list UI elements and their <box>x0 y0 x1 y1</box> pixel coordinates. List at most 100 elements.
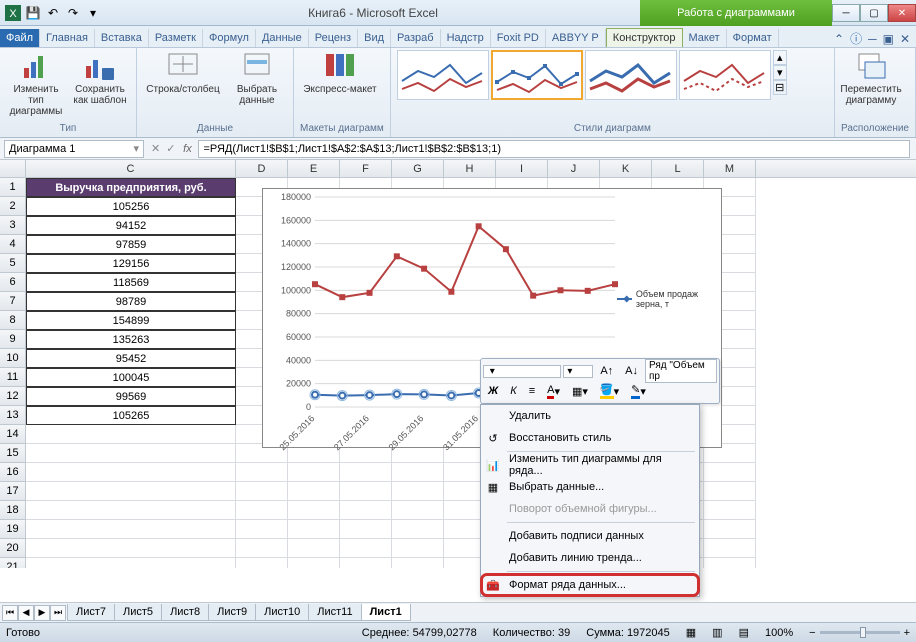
row-header-18[interactable]: 18 <box>0 501 26 520</box>
tab-chart-layout[interactable]: Макет <box>683 29 727 47</box>
ctx-change-type[interactable]: 📊Изменить тип диаграммы для ряда... <box>481 454 699 476</box>
row-header-11[interactable]: 11 <box>0 368 26 387</box>
row-header-16[interactable]: 16 <box>0 463 26 482</box>
style-scroll-up[interactable]: ▴ <box>773 50 787 65</box>
cell-C14[interactable] <box>26 425 236 444</box>
ctx-format-series[interactable]: 🧰Формат ряда данных... <box>481 574 699 596</box>
tab-view[interactable]: Вид <box>358 29 391 47</box>
style-scroll-down[interactable]: ▾ <box>773 65 787 80</box>
switch-row-column-button[interactable]: Строка/столбец <box>143 50 223 95</box>
doc-close-icon[interactable]: ✕ <box>900 32 910 46</box>
chart-style-4[interactable] <box>679 50 771 100</box>
cell-E18[interactable] <box>288 501 340 520</box>
cell-F16[interactable] <box>340 463 392 482</box>
cell-C18[interactable] <box>26 501 236 520</box>
cell-C13[interactable]: 105265 <box>26 406 236 425</box>
cell-E16[interactable] <box>288 463 340 482</box>
col-header-D[interactable]: D <box>236 160 288 177</box>
tab-home[interactable]: Главная <box>40 29 95 47</box>
row-header-19[interactable]: 19 <box>0 520 26 539</box>
tab-chart-format[interactable]: Формат <box>727 29 779 47</box>
cell-C7[interactable]: 98789 <box>26 292 236 311</box>
cell-M19[interactable] <box>704 520 756 539</box>
worksheet-grid[interactable]: CDEFGHIJKLM 1Выручка предприятия, руб.21… <box>0 160 916 568</box>
col-header-C[interactable]: C <box>26 160 236 177</box>
cell-M18[interactable] <box>704 501 756 520</box>
row-header-17[interactable]: 17 <box>0 482 26 501</box>
ctx-delete[interactable]: Удалить <box>481 405 699 427</box>
cell-G17[interactable] <box>392 482 444 501</box>
row-header-21[interactable]: 21 <box>0 558 26 568</box>
cell-C12[interactable]: 99569 <box>26 387 236 406</box>
sheet-first-icon[interactable]: ⏮ <box>2 605 18 621</box>
align-icon[interactable]: ≡ <box>524 382 540 400</box>
cell-F18[interactable] <box>340 501 392 520</box>
redo-icon[interactable]: ↷ <box>64 4 82 22</box>
minimize-button[interactable]: ─ <box>832 4 860 22</box>
enter-formula-icon[interactable]: ✓ <box>163 142 178 155</box>
row-header-10[interactable]: 10 <box>0 349 26 368</box>
cell-C10[interactable]: 95452 <box>26 349 236 368</box>
sheet-tab-Лист5[interactable]: Лист5 <box>114 604 162 621</box>
tab-design[interactable]: Конструктор <box>606 28 683 47</box>
sheet-tab-Лист10[interactable]: Лист10 <box>255 604 309 621</box>
sheet-prev-icon[interactable]: ◀ <box>18 605 34 621</box>
font-color-icon[interactable]: A▾ <box>542 382 565 400</box>
row-header-13[interactable]: 13 <box>0 406 26 425</box>
cell-E21[interactable] <box>288 558 340 568</box>
tab-foxit[interactable]: Foxit PD <box>491 29 546 47</box>
fill-color-icon[interactable]: 🪣▾ <box>595 382 624 400</box>
express-layout-button[interactable]: Экспресс-макет <box>300 50 380 95</box>
cell-E19[interactable] <box>288 520 340 539</box>
sheet-tab-Лист9[interactable]: Лист9 <box>208 604 256 621</box>
col-header-H[interactable]: H <box>444 160 496 177</box>
cell-C1[interactable]: Выручка предприятия, руб. <box>26 178 236 197</box>
qat-dropdown-icon[interactable]: ▾ <box>84 4 102 22</box>
cell-G19[interactable] <box>392 520 444 539</box>
doc-restore-icon[interactable]: ▣ <box>883 32 894 46</box>
row-header-4[interactable]: 4 <box>0 235 26 254</box>
cell-C21[interactable] <box>26 558 236 568</box>
cell-D21[interactable] <box>236 558 288 568</box>
col-header-L[interactable]: L <box>652 160 704 177</box>
grow-font-icon[interactable]: A↑ <box>595 362 618 380</box>
row-header-2[interactable]: 2 <box>0 197 26 216</box>
help-icon[interactable]: ⓘ <box>850 30 862 47</box>
cell-G20[interactable] <box>392 539 444 558</box>
cell-G16[interactable] <box>392 463 444 482</box>
cell-D19[interactable] <box>236 520 288 539</box>
doc-min-icon[interactable]: ─ <box>868 32 877 46</box>
cell-E17[interactable] <box>288 482 340 501</box>
row-header-8[interactable]: 8 <box>0 311 26 330</box>
cell-C19[interactable] <box>26 520 236 539</box>
formula-input[interactable]: =РЯД(Лист1!$B$1;Лист1!$A$2:$A$13;Лист1!$… <box>198 140 910 158</box>
view-pagebreak-icon[interactable]: ▤ <box>739 626 749 639</box>
col-header-F[interactable]: F <box>340 160 392 177</box>
cell-C3[interactable]: 94152 <box>26 216 236 235</box>
cell-M20[interactable] <box>704 539 756 558</box>
shape-outline-icon[interactable]: ✎▾ <box>626 382 651 400</box>
close-button[interactable]: ✕ <box>888 4 916 22</box>
col-header-M[interactable]: M <box>704 160 756 177</box>
row-header-14[interactable]: 14 <box>0 425 26 444</box>
chart-style-2[interactable] <box>491 50 583 100</box>
cell-M16[interactable] <box>704 463 756 482</box>
tab-insert[interactable]: Вставка <box>95 29 149 47</box>
chart-legend[interactable]: Объем продаж зерна, т <box>617 289 717 309</box>
cell-D18[interactable] <box>236 501 288 520</box>
row-header-6[interactable]: 6 <box>0 273 26 292</box>
view-normal-icon[interactable]: ▦ <box>686 626 696 639</box>
select-data-button[interactable]: Выбрать данные <box>227 50 287 106</box>
tab-developer[interactable]: Разраб <box>391 29 441 47</box>
cell-G21[interactable] <box>392 558 444 568</box>
select-all-corner[interactable] <box>0 160 26 177</box>
cell-C6[interactable]: 118569 <box>26 273 236 292</box>
sheet-next-icon[interactable]: ▶ <box>34 605 50 621</box>
zoom-in-icon[interactable]: + <box>904 627 910 639</box>
italic-icon[interactable]: К <box>505 382 521 400</box>
minimize-ribbon-icon[interactable]: ⌃ <box>834 32 844 46</box>
move-chart-button[interactable]: Переместить диаграмму <box>841 50 901 106</box>
row-header-3[interactable]: 3 <box>0 216 26 235</box>
col-header-G[interactable]: G <box>392 160 444 177</box>
zoom-out-icon[interactable]: − <box>809 627 815 639</box>
